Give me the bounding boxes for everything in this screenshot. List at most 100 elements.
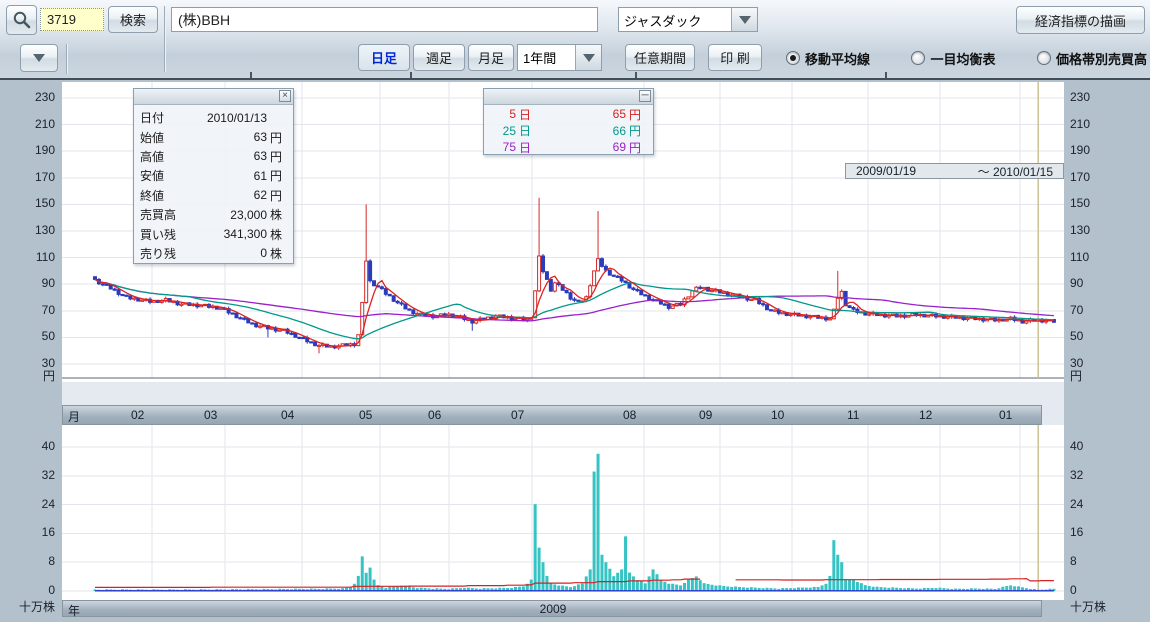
ma-legend-row: 25日66円 bbox=[484, 123, 653, 140]
volume-axis-tick: 0 bbox=[0, 584, 55, 597]
price-axis-tick: 90 bbox=[0, 277, 55, 290]
toolbar-border-tick bbox=[250, 72, 252, 78]
toolbar-border-tick bbox=[410, 72, 412, 78]
volume-axis-tick: 16 bbox=[1070, 526, 1140, 539]
radio-moving-average[interactable]: 移動平均線 bbox=[786, 49, 870, 68]
year-axis: 年 2009 bbox=[62, 600, 1042, 617]
month-axis-label: 月 bbox=[68, 408, 80, 425]
volume-axis-tick: 8 bbox=[0, 555, 55, 568]
quote-row: 高値63円 bbox=[134, 147, 293, 166]
minimize-icon[interactable]: ─ bbox=[639, 90, 651, 102]
volume-bars bbox=[94, 454, 1056, 591]
quote-row: 買い残341,300株 bbox=[134, 224, 293, 243]
toolbar-separator bbox=[66, 44, 68, 74]
month-tick-label: 11 bbox=[847, 408, 859, 422]
radio-selected-icon bbox=[786, 51, 800, 65]
month-tick-label: 09 bbox=[699, 408, 712, 422]
price-axis-unit: 円 bbox=[1070, 370, 1140, 383]
volume-axis-tick: 0 bbox=[1070, 584, 1140, 597]
quote-row: 始値63円 bbox=[134, 127, 293, 146]
price-axis-tick: 130 bbox=[1070, 224, 1140, 237]
chart-region: 月 020304050607080910111201 年 2009 2009/0… bbox=[0, 80, 1150, 622]
stock-name-field[interactable] bbox=[171, 7, 598, 32]
month-tick-label: 05 bbox=[359, 408, 372, 422]
price-axis-tick: 50 bbox=[0, 330, 55, 343]
period-select[interactable]: 1年間 bbox=[517, 44, 602, 71]
month-tick-label: 12 bbox=[919, 408, 932, 422]
tab-monthly[interactable]: 月足 bbox=[468, 44, 514, 71]
volume-axis-unit: 十万株 bbox=[1070, 601, 1140, 614]
price-axis-tick: 170 bbox=[0, 171, 55, 184]
ma25-line bbox=[95, 279, 1054, 338]
tab-daily[interactable]: 日足 bbox=[358, 44, 410, 71]
volume-axis-tick: 24 bbox=[0, 498, 55, 511]
margin-buy-line bbox=[736, 579, 1054, 581]
price-axis-tick: 110 bbox=[1070, 251, 1140, 264]
quote-row: 日付2010/01/13 bbox=[134, 108, 293, 127]
custom-period-button[interactable]: 任意期間 bbox=[625, 44, 695, 71]
toolbar: 検索 ジャスダック 経済指標の描画 日足 週足 月足 1年間 任意期間 印 刷 … bbox=[0, 0, 1150, 80]
price-axis-tick: 70 bbox=[0, 304, 55, 317]
quote-info-titlebar[interactable]: × bbox=[134, 89, 293, 105]
radio-volume-by-price[interactable]: 価格帯別売買高 bbox=[1037, 49, 1147, 68]
radio-ichimoku[interactable]: 一目均衡表 bbox=[911, 49, 995, 68]
date-range-end: 2010/01/15 bbox=[993, 165, 1053, 179]
period-select-arrow-button[interactable] bbox=[575, 45, 601, 70]
price-axis-unit: 円 bbox=[0, 370, 55, 383]
volume-axis-tick: 40 bbox=[1070, 440, 1140, 453]
month-tick-label: 07 bbox=[511, 408, 524, 422]
ma-legend-titlebar[interactable]: ─ bbox=[484, 89, 653, 105]
radio-label: 一目均衡表 bbox=[930, 49, 995, 68]
volume-chart[interactable] bbox=[62, 425, 1064, 600]
year-value: 2009 bbox=[63, 602, 1043, 616]
close-icon[interactable]: × bbox=[279, 90, 291, 102]
price-axis-tick: 150 bbox=[1070, 197, 1140, 210]
price-axis-tick: 230 bbox=[0, 91, 55, 104]
price-axis-tick: 210 bbox=[0, 118, 55, 131]
price-axis-tick: 170 bbox=[1070, 171, 1140, 184]
price-axis-tick: 190 bbox=[1070, 144, 1140, 157]
print-button[interactable]: 印 刷 bbox=[708, 44, 762, 71]
volume-axis-tick: 32 bbox=[1070, 469, 1140, 482]
chevron-down-icon bbox=[33, 54, 45, 62]
quote-row: 終値62円 bbox=[134, 186, 293, 205]
panel-dropdown-button[interactable] bbox=[20, 44, 58, 72]
month-tick-label: 10 bbox=[771, 408, 784, 422]
volume-axis-tick: 16 bbox=[0, 526, 55, 539]
magnifier-icon bbox=[12, 10, 32, 30]
period-select-value: 1年間 bbox=[518, 45, 575, 70]
date-range-start: 2009/01/19 bbox=[856, 164, 916, 178]
tab-weekly[interactable]: 週足 bbox=[413, 44, 465, 71]
quote-row: 売り残0株 bbox=[134, 244, 293, 263]
quote-info-box[interactable]: × 日付2010/01/13始値63円高値63円安値61円終値62円売買高23,… bbox=[133, 88, 294, 264]
month-tick-label: 04 bbox=[281, 408, 294, 422]
month-tick-label: 02 bbox=[131, 408, 144, 422]
ma-legend-row: 5日65円 bbox=[484, 106, 653, 123]
volume-axis-unit: 十万株 bbox=[0, 601, 55, 614]
radio-label: 価格帯別売買高 bbox=[1056, 49, 1147, 68]
volume-axis-tick: 24 bbox=[1070, 498, 1140, 511]
ma-legend-row: 75日69円 bbox=[484, 139, 653, 156]
chevron-down-icon bbox=[583, 54, 595, 62]
market-select[interactable]: ジャスダック bbox=[618, 7, 758, 32]
price-axis-tick: 190 bbox=[0, 144, 55, 157]
search-icon-button[interactable] bbox=[6, 5, 37, 35]
price-axis-tick: 230 bbox=[1070, 91, 1140, 104]
ma5-line bbox=[95, 268, 1054, 346]
ma-legend-box[interactable]: ─ 5日65円25日66円75日69円 bbox=[483, 88, 654, 155]
price-axis-tick: 90 bbox=[1070, 277, 1140, 290]
volume-axis-tick: 32 bbox=[0, 469, 55, 482]
stock-code-input[interactable] bbox=[40, 8, 104, 31]
month-tick-label: 06 bbox=[428, 408, 441, 422]
market-select-arrow-button[interactable] bbox=[731, 8, 757, 31]
search-button[interactable]: 検索 bbox=[108, 6, 158, 33]
price-axis-tick: 210 bbox=[1070, 118, 1140, 131]
price-axis-tick: 130 bbox=[0, 224, 55, 237]
month-axis: 月 020304050607080910111201 bbox=[62, 405, 1042, 425]
volume-axis-tick: 8 bbox=[1070, 555, 1140, 568]
market-select-value: ジャスダック bbox=[619, 8, 731, 31]
price-axis-tick: 150 bbox=[0, 197, 55, 210]
chevron-down-icon bbox=[739, 16, 751, 24]
economic-indicator-button[interactable]: 経済指標の描画 bbox=[1016, 6, 1145, 34]
toolbar-separator bbox=[164, 6, 166, 72]
